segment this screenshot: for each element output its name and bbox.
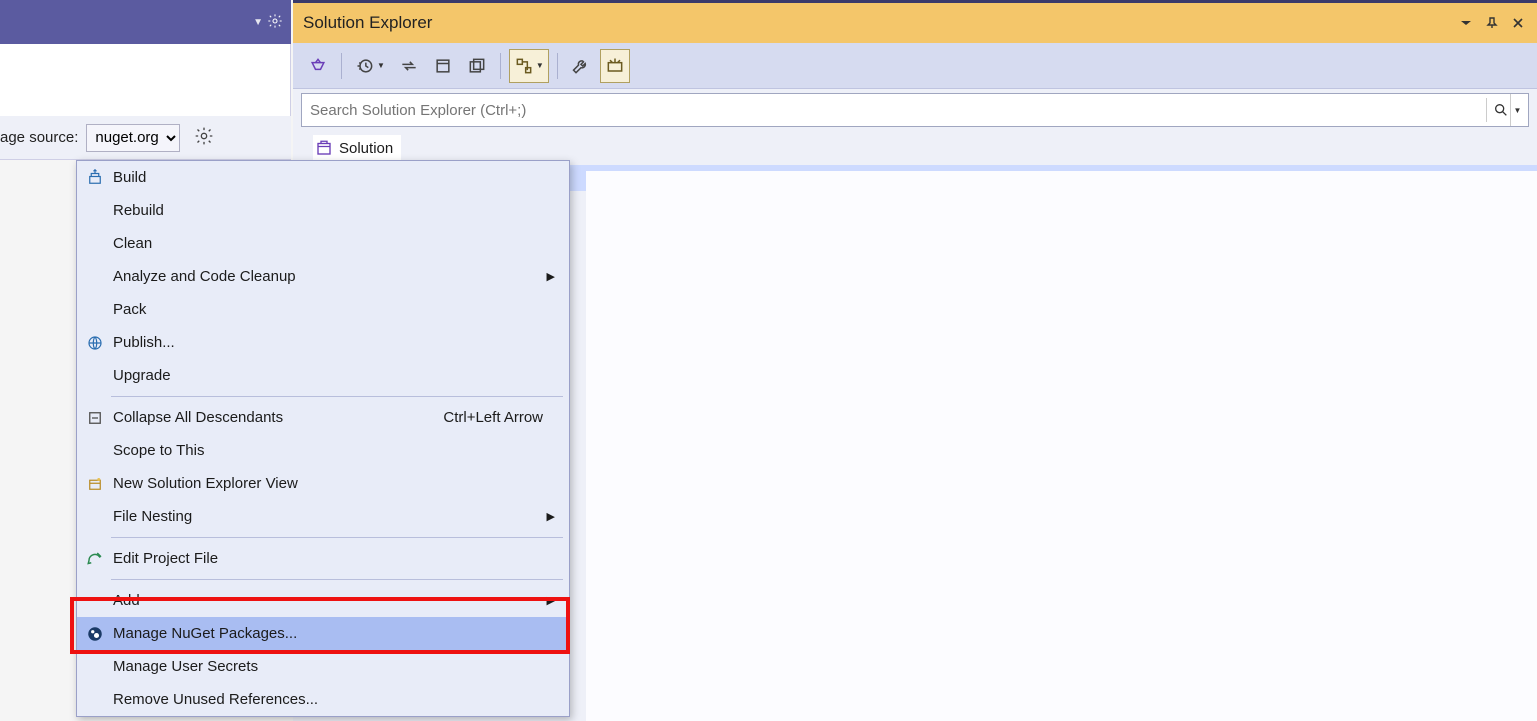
gear-icon[interactable] xyxy=(188,126,214,149)
close-icon[interactable] xyxy=(1509,14,1527,32)
menu-item-analyze-and-code-cleanup[interactable]: Analyze and Code Cleanup▶ xyxy=(77,260,569,293)
menu-item-label: Analyze and Code Cleanup xyxy=(113,268,543,285)
menu-item-edit-project-file[interactable]: Edit Project File xyxy=(77,542,569,575)
package-source-label: age source: xyxy=(0,129,78,146)
solution-explorer-toolbar: ▼ ▼ xyxy=(293,43,1537,89)
wrench-icon[interactable] xyxy=(566,49,596,83)
toolbar-separator xyxy=(557,53,558,79)
package-source-row: age source: nuget.org xyxy=(0,116,291,160)
menu-item-new-solution-explorer-view[interactable]: New Solution Explorer View xyxy=(77,467,569,500)
solution-explorer-search[interactable]: ▼ xyxy=(301,93,1529,127)
newview-icon xyxy=(77,475,113,493)
solution-icon xyxy=(315,139,333,157)
left-panel-blank xyxy=(0,44,291,116)
menu-item-label: Collapse All Descendants xyxy=(113,409,443,426)
menu-item-manage-user-secrets[interactable]: Manage User Secrets xyxy=(77,650,569,683)
menu-separator xyxy=(111,396,563,397)
panel-title: Solution Explorer xyxy=(303,13,1449,33)
menu-item-build[interactable]: Build xyxy=(77,161,569,194)
windows-icon[interactable] xyxy=(462,49,492,83)
menu-item-label: Manage User Secrets xyxy=(113,658,543,675)
menu-item-rebuild[interactable]: Rebuild xyxy=(77,194,569,227)
sync-icon[interactable] xyxy=(394,49,424,83)
preview-icon[interactable] xyxy=(600,49,630,83)
menu-item-upgrade[interactable]: Upgrade xyxy=(77,359,569,392)
solution-root-label: Solution xyxy=(339,140,393,157)
menu-item-label: Publish... xyxy=(113,334,543,351)
project-context-menu: Build Rebuild Clean Analyze and Code Cleanu… xyxy=(76,160,570,717)
menu-item-scope-to-this[interactable]: Scope to This xyxy=(77,434,569,467)
toolbar-separator xyxy=(341,53,342,79)
solution-explorer-header: Solution Explorer xyxy=(293,3,1537,43)
home-icon[interactable] xyxy=(303,49,333,83)
editor-area-blank xyxy=(586,171,1537,721)
search-icon[interactable] xyxy=(1486,98,1510,122)
menu-item-label: Clean xyxy=(113,235,543,252)
menu-item-label: Edit Project File xyxy=(113,550,543,567)
tree-view-icon[interactable]: ▼ xyxy=(509,49,549,83)
menu-item-label: Remove Unused References... xyxy=(113,691,543,708)
menu-item-manage-nuget-packages[interactable]: Manage NuGet Packages... xyxy=(77,617,569,650)
menu-item-label: Scope to This xyxy=(113,442,543,459)
search-options-dropdown[interactable]: ▼ xyxy=(1510,94,1524,126)
collapse-icon xyxy=(77,409,113,427)
menu-item-remove-unused-references[interactable]: Remove Unused References... xyxy=(77,683,569,716)
menu-separator xyxy=(111,579,563,580)
menu-item-collapse-all-descendants[interactable]: Collapse All DescendantsCtrl+Left Arrow xyxy=(77,401,569,434)
build-icon xyxy=(77,169,113,187)
menu-item-label: File Nesting xyxy=(113,508,543,525)
history-icon[interactable]: ▼ xyxy=(350,49,390,83)
submenu-arrow-icon: ▶ xyxy=(543,270,555,283)
chevron-down-icon[interactable]: ▼ xyxy=(253,17,263,28)
menu-item-file-nesting[interactable]: File Nesting▶ xyxy=(77,500,569,533)
menu-item-label: Manage NuGet Packages... xyxy=(113,625,543,642)
package-source-select[interactable]: nuget.org xyxy=(86,124,180,152)
menu-item-add[interactable]: Add▶ xyxy=(77,584,569,617)
window-icon[interactable] xyxy=(428,49,458,83)
menu-item-label: Pack xyxy=(113,301,543,318)
menu-item-label: Build xyxy=(113,169,543,186)
menu-item-label: Rebuild xyxy=(113,202,543,219)
pin-icon[interactable] xyxy=(1483,14,1501,32)
submenu-arrow-icon: ▶ xyxy=(543,594,555,607)
menu-item-shortcut: Ctrl+Left Arrow xyxy=(443,409,543,426)
toolbar-separator xyxy=(500,53,501,79)
gear-icon[interactable] xyxy=(267,13,283,32)
nuget-icon xyxy=(77,625,113,643)
editproj-icon xyxy=(77,550,113,568)
menu-item-label: New Solution Explorer View xyxy=(113,475,543,492)
submenu-arrow-icon: ▶ xyxy=(543,510,555,523)
menu-item-clean[interactable]: Clean xyxy=(77,227,569,260)
search-input[interactable] xyxy=(310,102,1486,119)
window-position-icon[interactable] xyxy=(1457,14,1475,32)
solution-root-item[interactable]: Solution xyxy=(313,135,401,161)
menu-item-publish[interactable]: Publish... xyxy=(77,326,569,359)
menu-item-label: Upgrade xyxy=(113,367,543,384)
menu-separator xyxy=(111,537,563,538)
tab-strip-left: ▼ xyxy=(0,0,291,44)
menu-item-pack[interactable]: Pack xyxy=(77,293,569,326)
globe-icon xyxy=(77,334,113,352)
menu-item-label: Add xyxy=(113,592,543,609)
